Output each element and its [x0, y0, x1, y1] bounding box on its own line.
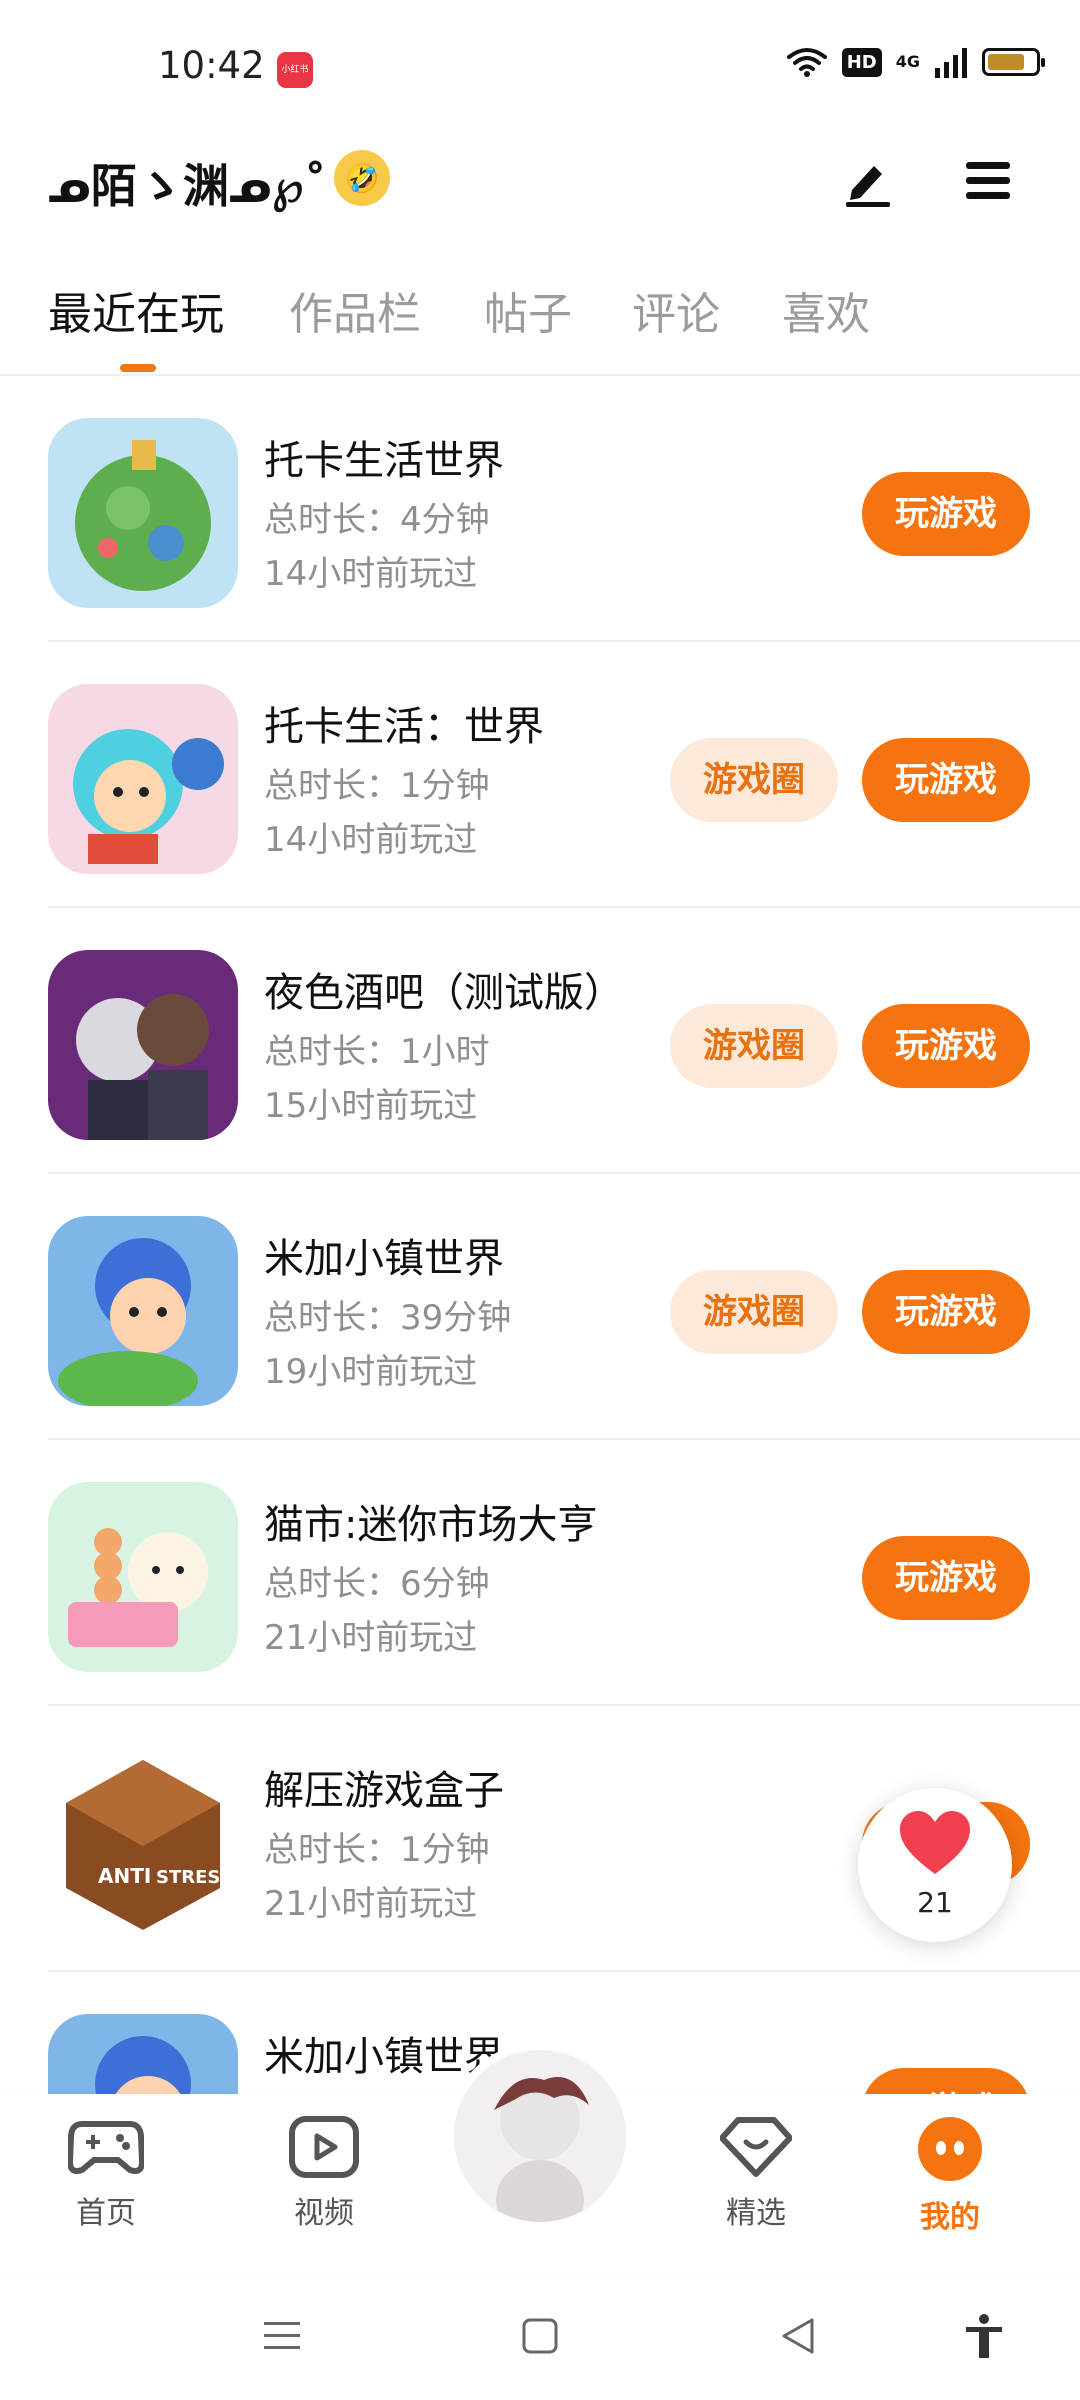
heart-diamond-icon — [719, 2117, 793, 2177]
last-played: 14小时前玩过 — [264, 820, 478, 860]
network-label: 4G — [895, 52, 920, 71]
accessibility-icon[interactable] — [960, 2312, 1008, 2360]
profile-header: ᓄ陌ゝ渊ᓄ℘˚ 🤣 — [0, 130, 1080, 250]
signal-icon — [935, 48, 967, 78]
game-name: 夜色酒吧（测试版） — [264, 970, 624, 1016]
game-name: 猫市:迷你市场大亨 — [264, 1502, 598, 1548]
play-duration: 总时长：1小时 — [264, 1032, 490, 1072]
nav-me[interactable]: 我的 — [880, 2116, 1020, 2236]
profile-tabs: 最近在玩 作品栏 帖子 评论 喜欢 — [0, 270, 1080, 376]
game-icon — [48, 684, 238, 874]
icon-text-stress: STRESS — [156, 1867, 233, 1888]
game-row[interactable]: 夜色酒吧（测试版） 总时长：1小时 15小时前玩过 游戏圈 玩游戏 — [0, 908, 1080, 1174]
game-icon — [48, 950, 238, 1140]
play-game-button[interactable]: 玩游戏 — [862, 1270, 1030, 1354]
system-navigation — [0, 2276, 1080, 2400]
game-row[interactable]: 托卡生活世界 总时长：4分钟 14小时前玩过 玩游戏 — [0, 376, 1080, 642]
menu-icon[interactable] — [958, 150, 1018, 210]
emoji-badge: 🤣 — [334, 150, 390, 206]
wifi-icon — [786, 48, 827, 77]
tab-indicator — [120, 364, 156, 372]
hd-badge: HD — [841, 47, 882, 77]
play-duration: 总时长：4分钟 — [264, 500, 490, 540]
game-row[interactable]: 猫市:迷你市场大亨 总时长：6分钟 21小时前玩过 玩游戏 — [0, 1440, 1080, 1706]
game-circle-button[interactable]: 游戏圈 — [670, 1270, 838, 1354]
last-played: 15小时前玩过 — [264, 1086, 478, 1126]
last-played: 21小时前玩过 — [264, 1618, 478, 1658]
back-triangle-icon[interactable] — [774, 2312, 822, 2360]
game-name: 解压游戏盒子 — [264, 1768, 504, 1814]
user-nickname: ᓄ陌ゝ渊ᓄ℘˚ — [48, 159, 327, 213]
tab-comments[interactable]: 评论 — [632, 278, 720, 342]
face-icon — [918, 2117, 982, 2181]
game-name: 米加小镇世界 — [264, 2034, 504, 2080]
last-played: 21小时前玩过 — [264, 1884, 478, 1924]
play-game-button[interactable]: 玩游戏 — [862, 1004, 1030, 1088]
game-icon — [48, 1482, 238, 1672]
avatar — [454, 2050, 626, 2222]
game-circle-button[interactable]: 游戏圈 — [670, 738, 838, 822]
video-play-icon — [289, 2116, 359, 2178]
tab-recently-played[interactable]: 最近在玩 — [48, 278, 224, 342]
game-icon — [48, 418, 238, 608]
pen-icon[interactable] — [838, 150, 898, 210]
home-square-icon[interactable] — [516, 2312, 564, 2360]
battery-icon — [982, 48, 1045, 76]
nav-featured[interactable]: 精选 — [686, 2116, 826, 2232]
like-count: 21 — [917, 1886, 953, 1919]
status-icons: HD 4G — [786, 46, 1045, 78]
status-bar: 10:42 小红书 HD 4G — [0, 0, 1080, 130]
menu-icon[interactable] — [258, 2312, 306, 2360]
nav-me-label: 我的 — [920, 2200, 980, 2235]
nav-home[interactable]: 首页 — [36, 2116, 176, 2232]
game-name: 托卡生活世界 — [264, 438, 504, 484]
heart-icon — [900, 1811, 970, 1874]
tab-posts[interactable]: 帖子 — [484, 278, 572, 342]
play-game-button[interactable]: 玩游戏 — [862, 1536, 1030, 1620]
game-name: 托卡生活：世界 — [264, 704, 544, 750]
play-duration: 总时长：1分钟 — [264, 1830, 490, 1870]
icon-text-anti: ANTI — [98, 1864, 151, 1888]
game-icon — [48, 1216, 238, 1406]
last-played: 19小时前玩过 — [264, 1352, 478, 1392]
nav-video-label: 视频 — [294, 2196, 354, 2231]
play-game-button[interactable]: 玩游戏 — [862, 738, 1030, 822]
play-duration: 总时长：6分钟 — [264, 1564, 490, 1604]
game-icon: ANTI STRESS — [48, 1748, 238, 1938]
nav-home-label: 首页 — [76, 2196, 136, 2231]
nav-video[interactable]: 视频 — [254, 2116, 394, 2232]
tab-works[interactable]: 作品栏 — [289, 278, 421, 342]
center-avatar-button[interactable] — [454, 2050, 626, 2222]
floating-like-button[interactable]: 21 — [858, 1788, 1012, 1942]
game-row[interactable]: 托卡生活：世界 总时长：1分钟 14小时前玩过 游戏圈 玩游戏 — [0, 642, 1080, 908]
status-time: 10:42 — [158, 44, 265, 87]
game-circle-button[interactable]: 游戏圈 — [670, 1004, 838, 1088]
game-name: 米加小镇世界 — [264, 1236, 504, 1282]
last-played: 14小时前玩过 — [264, 554, 478, 594]
tab-likes[interactable]: 喜欢 — [782, 278, 870, 342]
gamepad-icon — [67, 2121, 145, 2174]
play-duration: 总时长：1分钟 — [264, 766, 490, 806]
notification-app-icon: 小红书 — [277, 52, 313, 88]
play-game-button[interactable]: 玩游戏 — [862, 472, 1030, 556]
game-row[interactable]: 米加小镇世界 总时长：39分钟 19小时前玩过 游戏圈 玩游戏 — [0, 1174, 1080, 1440]
nav-featured-label: 精选 — [726, 2196, 786, 2231]
play-duration: 总时长：39分钟 — [264, 1298, 512, 1338]
